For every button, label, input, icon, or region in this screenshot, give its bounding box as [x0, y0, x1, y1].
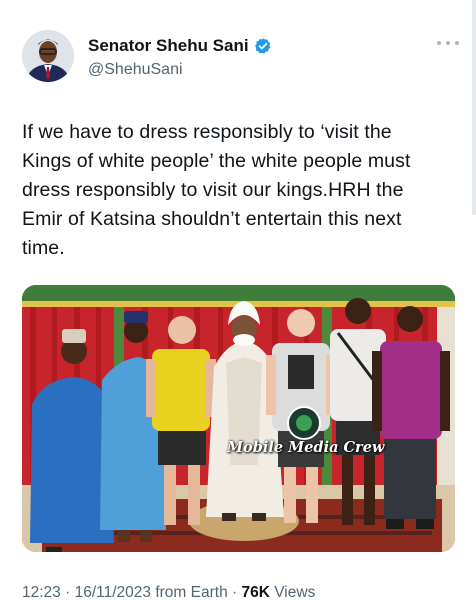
author-handle[interactable]: @ShehuSani: [88, 61, 183, 79]
more-dot: [437, 41, 441, 45]
views-label: Views: [274, 584, 316, 601]
tweet-date[interactable]: 16/11/2023: [75, 584, 151, 601]
author-name[interactable]: Senator Shehu Sani: [88, 36, 272, 56]
tweet-time[interactable]: 12:23: [22, 584, 61, 601]
views-count[interactable]: 76K: [242, 584, 270, 601]
tweet-card: Senator Shehu Sani @ShehuSani If we have…: [0, 0, 476, 613]
author-name-text[interactable]: Senator Shehu Sani: [88, 36, 249, 56]
tweet-text-line: If we have to dress responsibly to ‘visi…: [22, 121, 392, 143]
meta-separator: ·: [232, 584, 238, 601]
tweet-photo[interactable]: Mobile Media Crew: [22, 285, 455, 552]
tweet-text-line: Emir of Katsina shouldn’t entertain this…: [22, 208, 402, 230]
tweet-text-line: Kings of white people’ the white people …: [22, 150, 411, 172]
tweet-text-line: dress responsibly to visit our kings.HRH…: [22, 179, 404, 201]
scrollbar[interactable]: [472, 0, 476, 215]
more-dot: [455, 41, 459, 45]
verified-badge-icon: [254, 37, 272, 55]
tweet-text-line: time.: [22, 237, 65, 259]
more-options-icon[interactable]: [437, 36, 459, 50]
tweet-source: from Earth: [155, 584, 228, 601]
tweet-meta: 12:23 · 16/11/2023 from Earth · 76K View…: [22, 584, 315, 602]
image-watermark: Mobile Media Crew: [227, 439, 385, 456]
more-dot: [446, 41, 450, 45]
avatar[interactable]: [22, 30, 74, 82]
tweet-text: If we have to dress responsibly to ‘visi…: [22, 118, 462, 263]
meta-separator: ·: [65, 584, 71, 601]
